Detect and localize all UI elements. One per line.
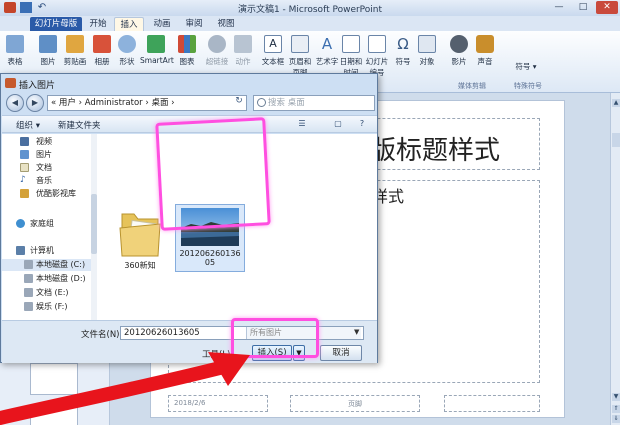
- red-arrow-annotation: [0, 352, 250, 425]
